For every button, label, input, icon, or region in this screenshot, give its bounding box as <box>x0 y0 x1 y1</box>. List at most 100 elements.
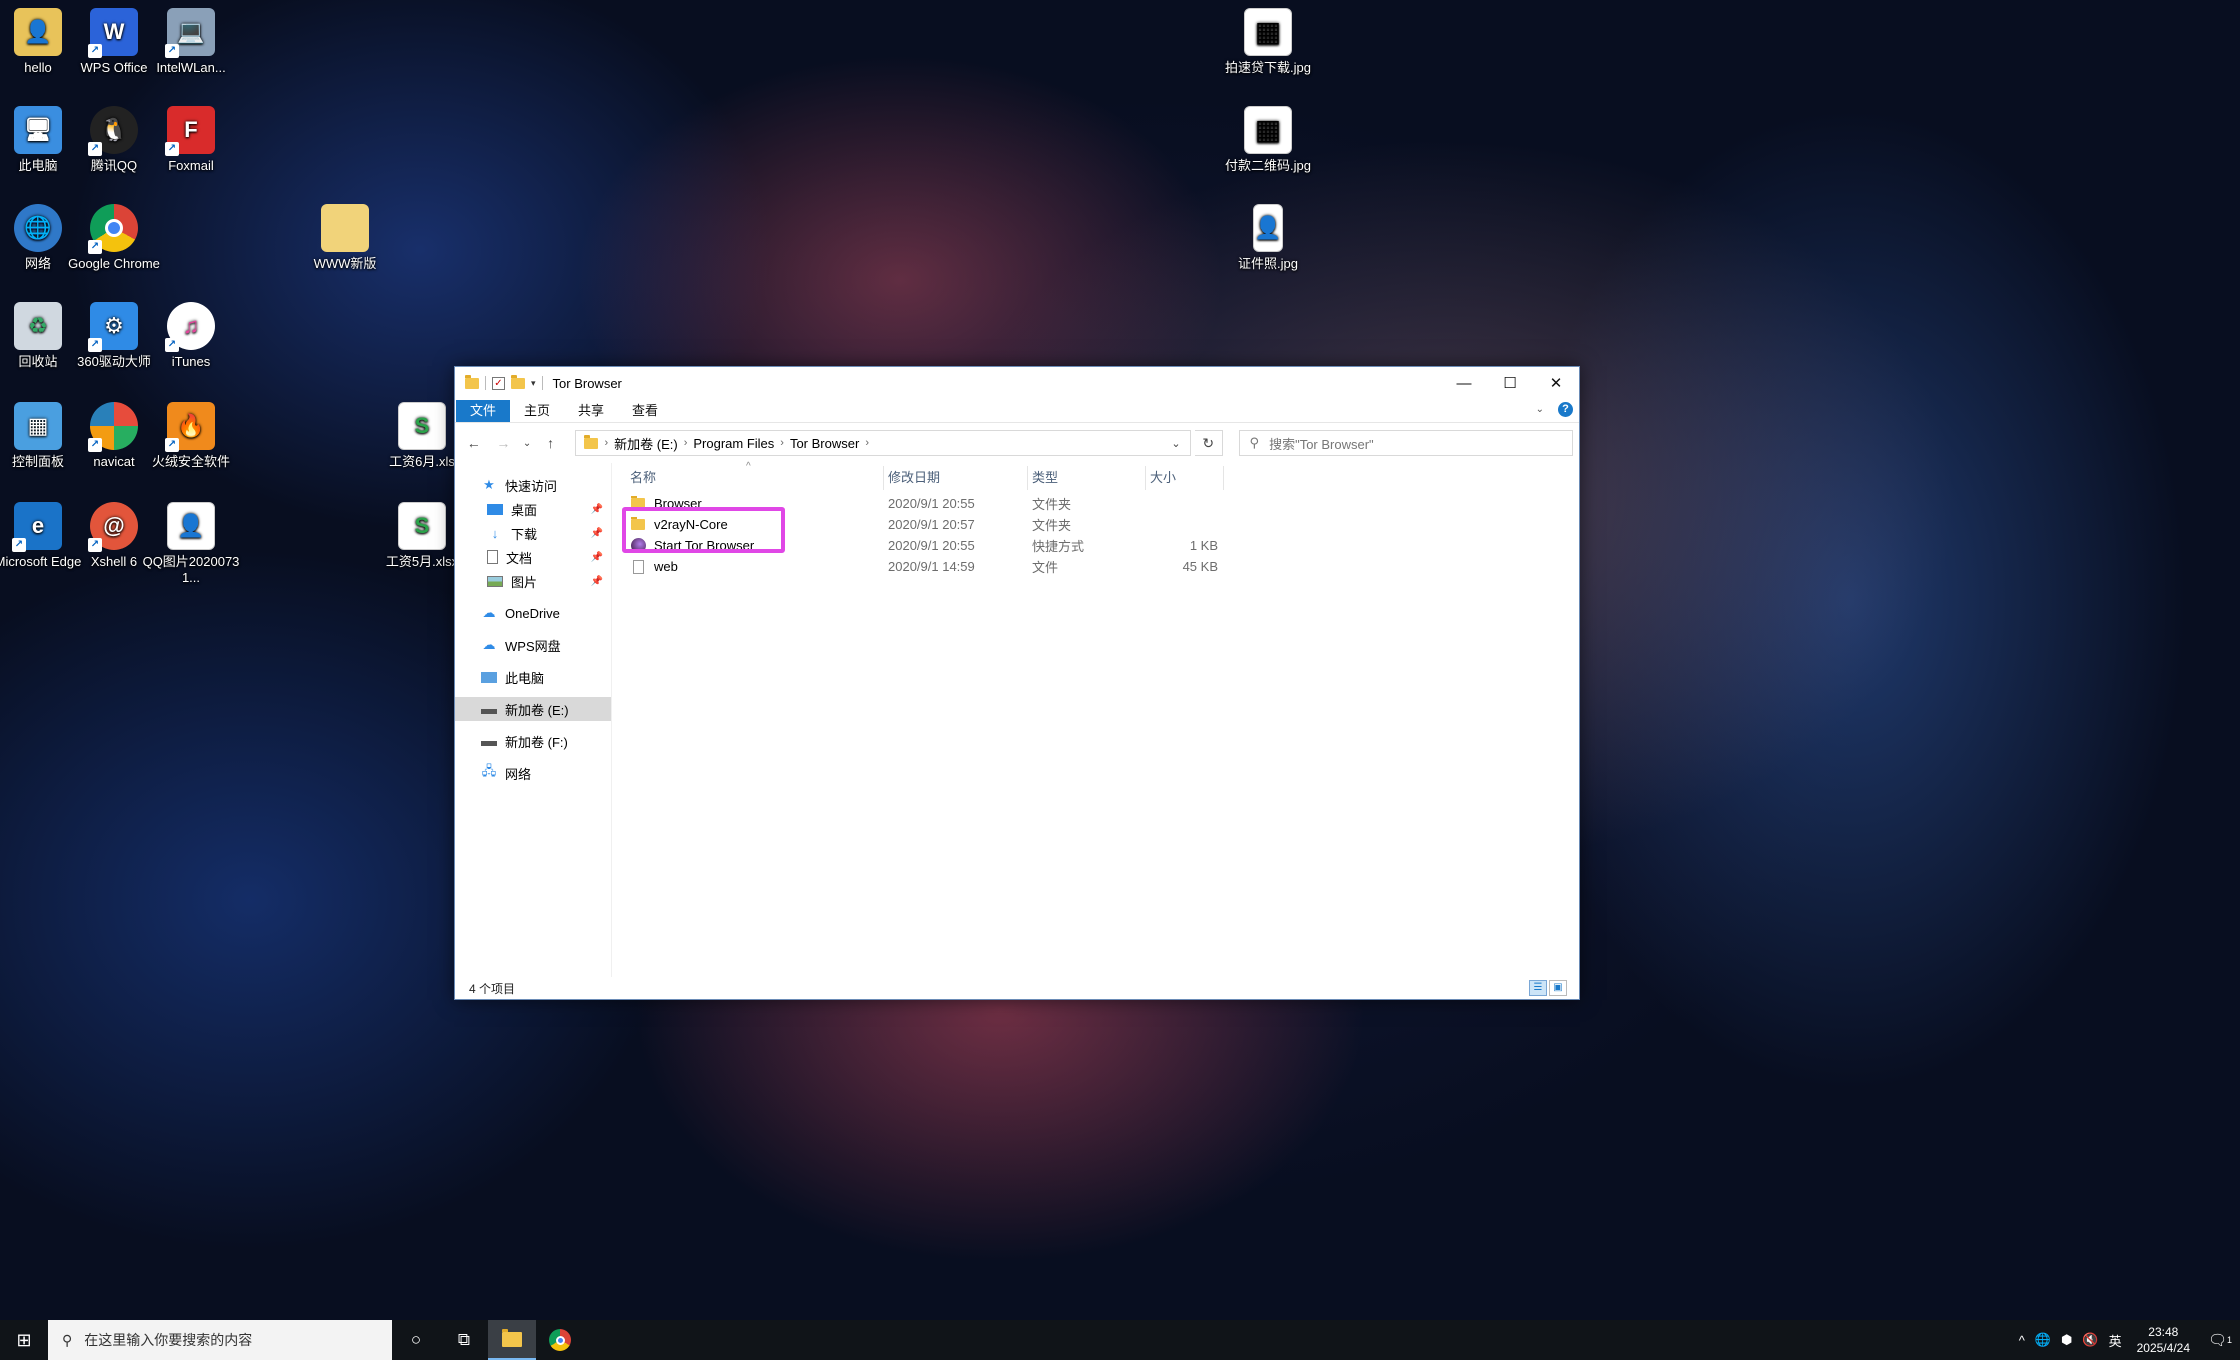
drive-icon <box>481 740 497 746</box>
search-input[interactable]: ⚲ 搜索"Tor Browser" <box>1238 430 1574 456</box>
recycle-bin-icon: ♻ <box>14 302 62 350</box>
action-center-icon[interactable]: 🗨 1 <box>2200 1331 2240 1349</box>
folder-icon <box>584 434 599 449</box>
taskbar-chrome-icon[interactable] <box>536 1320 584 1360</box>
nav-item-documents[interactable]: 文档 📌 <box>455 545 611 569</box>
new-folder-icon[interactable] <box>511 374 525 389</box>
back-arrow-icon[interactable]: ← <box>461 430 487 456</box>
column-header-type[interactable]: 类型 <box>1028 466 1146 490</box>
file-row[interactable]: v2rayN-Core 2020/9/1 20:57 文件夹 <box>612 514 1579 535</box>
tab-file[interactable]: 文件 <box>456 399 511 422</box>
ribbon-right-controls: ⌄ ? <box>1536 402 1573 417</box>
desktop-icon-intelwlan[interactable]: 💻 IntelWLan... <box>141 8 241 76</box>
column-header-name[interactable]: 名称 <box>626 466 884 490</box>
spreadsheet-icon: S <box>398 502 446 550</box>
desktop-icon-qq-image[interactable]: 👤 QQ图片20200731... <box>141 502 241 586</box>
nav-item-quick-access[interactable]: ★ 快速访问 <box>455 473 611 497</box>
up-arrow-icon[interactable]: ↑ <box>538 430 564 456</box>
expand-ribbon-chevron-icon[interactable]: ⌄ <box>1536 404 1544 415</box>
nav-item-wps-cloud[interactable]: ☁ WPS网盘 <box>455 633 611 657</box>
column-headers: ^ 名称 修改日期 类型 大小 <box>612 461 1579 493</box>
minimize-icon[interactable]: — <box>1441 367 1487 399</box>
file-size: 45 KB <box>1182 559 1218 574</box>
file-name: v2rayN-Core <box>654 517 728 532</box>
nav-item-label: 此电脑 <box>505 670 545 686</box>
input-method-indicator[interactable]: 英 <box>2104 1331 2127 1350</box>
taskbar-search-box[interactable]: ⚲ 在这里输入你要搜索的内容 <box>48 1320 392 1360</box>
help-icon[interactable]: ? <box>1558 402 1573 417</box>
file-list: ^ 名称 修改日期 类型 大小 Browser 2020/9/1 20:55 文… <box>612 461 1579 977</box>
search-icon: ⚲ <box>1249 435 1260 450</box>
chrome-icon <box>88 204 138 254</box>
desktop-icon-id-photo[interactable]: 👤 证件照.jpg <box>1218 204 1318 272</box>
desktop-icon-itunes[interactable]: ♫ iTunes <box>141 302 241 370</box>
snail-shell-icon: @ <box>88 502 138 552</box>
nav-item-downloads[interactable]: ↓ 下载 📌 <box>455 521 611 545</box>
column-header-size[interactable]: 大小 <box>1146 466 1224 490</box>
maximize-icon[interactable]: ☐ <box>1487 367 1533 399</box>
address-bar[interactable]: › 新加卷 (E:) › Program Files › Tor Browser… <box>575 430 1191 456</box>
nav-item-label: 图片 <box>511 574 538 590</box>
address-dropdown-chevron-icon[interactable]: ⌄ <box>1162 431 1190 455</box>
nav-item-pictures[interactable]: 图片 📌 <box>455 569 611 593</box>
file-row[interactable]: Browser 2020/9/1 20:55 文件夹 <box>612 493 1579 514</box>
pin-icon: 📌 <box>590 527 603 539</box>
network-globe-icon[interactable]: 🌐 <box>2030 1332 2056 1348</box>
nav-item-drive-f[interactable]: 新加卷 (F:) <box>455 729 611 753</box>
nav-item-network[interactable]: 🖧 网络 <box>455 761 611 785</box>
clock[interactable]: 23:48 2025/4/24 <box>2127 1324 2200 1356</box>
taskbar: ⊞ ⚲ 在这里输入你要搜索的内容 ○ ⧉ ^ 🌐 ⬢ 🔇 英 23:48 202… <box>0 1320 2240 1360</box>
breadcrumb-tor-browser[interactable]: Tor Browser <box>784 436 865 451</box>
network-globe-icon: 🌐 <box>14 204 62 252</box>
nav-item-desktop[interactable]: 桌面 📌 <box>455 497 611 521</box>
nav-item-this-pc[interactable]: 此电脑 <box>455 665 611 689</box>
desktop-icon-foxmail[interactable]: F Foxmail <box>141 106 241 174</box>
nav-item-label: 新加卷 (E:) <box>505 702 569 718</box>
file-row[interactable]: web 2020/9/1 14:59 文件 45 KB <box>612 556 1579 577</box>
recent-locations-chevron-icon[interactable]: ⌄ <box>520 430 534 456</box>
column-header-date[interactable]: 修改日期 <box>884 466 1028 490</box>
taskbar-file-explorer-icon[interactable] <box>488 1320 536 1360</box>
security-shield-icon[interactable]: ⬢ <box>2056 1332 2077 1348</box>
file-row[interactable]: Start Tor Browser 2020/9/1 20:55 快捷方式 1 … <box>612 535 1579 556</box>
customize-toolbar-arrow-icon[interactable]: ▾ <box>531 378 536 389</box>
flame-shield-icon: 🔥 <box>165 402 215 452</box>
desktop-icon-huorong[interactable]: 🔥 火绒安全软件 <box>141 402 241 470</box>
file-type: 文件夹 <box>1032 497 1072 512</box>
desktop-icon-www-folder[interactable]: WWW新版 <box>295 204 395 272</box>
refresh-icon[interactable]: ↻ <box>1195 430 1223 456</box>
nav-item-label: 桌面 <box>511 502 538 518</box>
file-name-cell: Start Tor Browser <box>626 538 884 553</box>
file-type: 文件夹 <box>1032 518 1072 533</box>
tab-share[interactable]: 共享 <box>564 400 618 422</box>
search-placeholder: 搜索"Tor Browser" <box>1269 436 1374 452</box>
forward-arrow-icon[interactable]: → <box>491 430 517 456</box>
volume-muted-icon[interactable]: 🔇 <box>2077 1332 2103 1348</box>
desktop-icon-payment-qr[interactable]: ▦ 付款二维码.jpg <box>1218 106 1318 174</box>
desktop-icon-paisudai[interactable]: ▦ 拍速贷下载.jpg <box>1218 8 1318 76</box>
nav-item-label: 网络 <box>505 766 532 782</box>
tab-view[interactable]: 查看 <box>618 400 672 422</box>
blank-file-icon <box>630 559 646 574</box>
task-view-icon[interactable]: ⧉ <box>440 1320 488 1360</box>
nav-item-label: 快速访问 <box>505 478 558 494</box>
nav-item-drive-e[interactable]: 新加卷 (E:) <box>455 697 611 721</box>
breadcrumb-separator[interactable]: › <box>865 437 869 449</box>
edge-icon: e <box>12 502 62 552</box>
close-icon[interactable]: ✕ <box>1533 367 1579 399</box>
title-bar[interactable]: ✓ ▾ Tor Browser — ☐ ✕ <box>455 367 1579 399</box>
properties-check-icon[interactable]: ✓ <box>492 376 505 390</box>
windows-start-icon[interactable]: ⊞ <box>0 1320 48 1360</box>
details-view-icon[interactable]: ☰ <box>1529 980 1547 996</box>
breadcrumb-drive-e[interactable]: 新加卷 (E:) <box>608 434 684 453</box>
window-controls: — ☐ ✕ <box>1441 367 1579 399</box>
breadcrumb-program-files[interactable]: Program Files <box>687 436 780 451</box>
tab-home[interactable]: 主页 <box>510 400 564 422</box>
large-icons-view-icon[interactable]: ▣ <box>1549 980 1567 996</box>
cortana-circle-icon[interactable]: ○ <box>392 1320 440 1360</box>
notification-count: 1 <box>2227 1335 2233 1345</box>
desktop-icon-google-chrome[interactable]: Google Chrome <box>64 204 164 272</box>
sort-ascending-icon: ^ <box>746 461 751 472</box>
nav-item-onedrive[interactable]: ☁ OneDrive <box>455 601 611 625</box>
show-hidden-icons-chevron-icon[interactable]: ^ <box>2014 1333 2030 1348</box>
